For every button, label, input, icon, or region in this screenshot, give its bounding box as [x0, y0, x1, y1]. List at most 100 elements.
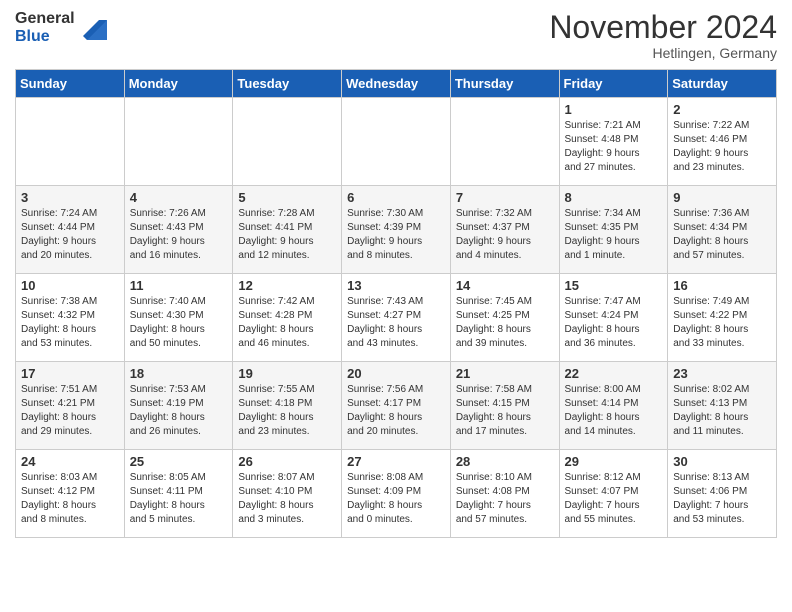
table-row: 16 Sunrise: 7:49 AM Sunset: 4:22 PM Dayli… [668, 274, 777, 362]
logo-general: General [15, 10, 75, 28]
day-number: 14 [456, 278, 554, 293]
table-row: 9Sunrise: 7:36 AM Sunset: 4:34 PM Daylig… [668, 186, 777, 274]
day-info: Sunrise: 7:45 AM Sunset: 4:25 PM Dayligh… [456, 295, 554, 351]
day-info: Sunrise: 7:42 AM Sunset: 4:28 PM Dayligh… [238, 295, 336, 351]
day-info: Sunrise: 8:10 AM Sunset: 4:08 PM Dayligh… [456, 471, 554, 527]
day-info: Sunrise: 7:58 AM Sunset: 4:15 PM Dayligh… [456, 383, 554, 439]
table-row: 7Sunrise: 7:32 AM Sunset: 4:37 PM Daylig… [450, 186, 559, 274]
month-title: November 2024 [549, 10, 777, 45]
calendar-week-row: 10Sunrise: 7:38 AM Sunset: 4:32 PM Dayli… [16, 274, 777, 362]
day-info: Sunrise: 7:49 AM Sunset: 4:22 PM Dayligh… [673, 295, 771, 351]
day-number: 7 [456, 190, 554, 205]
day-info: Sunrise: 7:26 AM Sunset: 4:43 PM Dayligh… [130, 207, 228, 263]
day-number: 11 [130, 278, 228, 293]
day-info: Sunrise: 8:12 AM Sunset: 4:07 PM Dayligh… [565, 471, 663, 527]
day-info: Sunrise: 7:55 AM Sunset: 4:18 PM Dayligh… [238, 383, 336, 439]
day-info: Sunrise: 8:00 AM Sunset: 4:14 PM Dayligh… [565, 383, 663, 439]
day-info: Sunrise: 7:56 AM Sunset: 4:17 PM Dayligh… [347, 383, 445, 439]
day-info: Sunrise: 7:43 AM Sunset: 4:27 PM Dayligh… [347, 295, 445, 351]
table-row: 3 Sunrise: 7:24 AM Sunset: 4:44 PM Daylig… [16, 186, 125, 274]
day-info: Sunrise: 7:21 AM Sunset: 4:48 PM Dayligh… [565, 119, 663, 175]
table-row: 4 Sunrise: 7:26 AM Sunset: 4:43 PM Daylig… [124, 186, 233, 274]
title-section: November 2024 Hetlingen, Germany [549, 10, 777, 61]
table-row: 24Sunrise: 8:03 AM Sunset: 4:12 PM Dayli… [16, 450, 125, 538]
table-row: 22Sunrise: 8:00 AM Sunset: 4:14 PM Dayli… [559, 362, 668, 450]
day-number: 23 [673, 366, 771, 381]
table-row: 17 Sunrise: 7:51 AM Sunset: 4:21 PM Dayli… [16, 362, 125, 450]
calendar-table: Sunday Monday Tuesday Wednesday Thursday… [15, 69, 777, 538]
day-number: 5 [238, 190, 336, 205]
table-row: 8Sunrise: 7:34 AM Sunset: 4:35 PM Daylig… [559, 186, 668, 274]
day-info: Sunrise: 7:47 AM Sunset: 4:24 PM Dayligh… [565, 295, 663, 351]
col-sunday: Sunday [16, 70, 125, 98]
day-info: Sunrise: 7:22 AM Sunset: 4:46 PM Dayligh… [673, 119, 771, 175]
day-number: 10 [21, 278, 119, 293]
day-number: 19 [238, 366, 336, 381]
day-info: Sunrise: 8:05 AM Sunset: 4:11 PM Dayligh… [130, 471, 228, 527]
table-row [16, 98, 125, 186]
day-number: 12 [238, 278, 336, 293]
table-row: 12 Sunrise: 7:42 AM Sunset: 4:28 PM Dayli… [233, 274, 342, 362]
day-number: 17 [21, 366, 119, 381]
col-friday: Friday [559, 70, 668, 98]
table-row: 14 Sunrise: 7:45 AM Sunset: 4:25 PM Dayli… [450, 274, 559, 362]
day-number: 16 [673, 278, 771, 293]
table-row: 1 Sunrise: 7:21 AM Sunset: 4:48 PM Daylig… [559, 98, 668, 186]
day-number: 21 [456, 366, 554, 381]
table-row: 19 Sunrise: 7:55 AM Sunset: 4:18 PM Dayli… [233, 362, 342, 450]
table-row: 6 Sunrise: 7:30 AM Sunset: 4:39 PM Daylig… [342, 186, 451, 274]
day-number: 1 [565, 102, 663, 117]
day-info: Sunrise: 7:36 AM Sunset: 4:34 PM Dayligh… [673, 207, 771, 263]
table-row [450, 98, 559, 186]
day-number: 18 [130, 366, 228, 381]
calendar-header-row: Sunday Monday Tuesday Wednesday Thursday… [16, 70, 777, 98]
calendar-week-row: 24Sunrise: 8:03 AM Sunset: 4:12 PM Dayli… [16, 450, 777, 538]
table-row: 18 Sunrise: 7:53 AM Sunset: 4:19 PM Dayli… [124, 362, 233, 450]
day-info: Sunrise: 8:02 AM Sunset: 4:13 PM Dayligh… [673, 383, 771, 439]
col-monday: Monday [124, 70, 233, 98]
logo-blue: Blue [15, 28, 75, 46]
table-row: 15 Sunrise: 7:47 AM Sunset: 4:24 PM Dayli… [559, 274, 668, 362]
day-number: 29 [565, 454, 663, 469]
day-info: Sunrise: 7:24 AM Sunset: 4:44 PM Dayligh… [21, 207, 119, 263]
day-number: 15 [565, 278, 663, 293]
calendar-week-row: 3 Sunrise: 7:24 AM Sunset: 4:44 PM Daylig… [16, 186, 777, 274]
col-wednesday: Wednesday [342, 70, 451, 98]
page: General Blue November 2024 Hetlingen, Ge… [0, 0, 792, 612]
col-saturday: Saturday [668, 70, 777, 98]
day-number: 30 [673, 454, 771, 469]
table-row [342, 98, 451, 186]
header: General Blue November 2024 Hetlingen, Ge… [15, 10, 777, 61]
calendar-week-row: 1 Sunrise: 7:21 AM Sunset: 4:48 PM Daylig… [16, 98, 777, 186]
logo-text: General Blue [15, 10, 75, 45]
table-row: 25Sunrise: 8:05 AM Sunset: 4:11 PM Dayli… [124, 450, 233, 538]
day-info: Sunrise: 8:13 AM Sunset: 4:06 PM Dayligh… [673, 471, 771, 527]
day-info: Sunrise: 7:34 AM Sunset: 4:35 PM Dayligh… [565, 207, 663, 263]
day-number: 26 [238, 454, 336, 469]
table-row: 13Sunrise: 7:43 AM Sunset: 4:27 PM Dayli… [342, 274, 451, 362]
day-info: Sunrise: 7:53 AM Sunset: 4:19 PM Dayligh… [130, 383, 228, 439]
day-info: Sunrise: 7:28 AM Sunset: 4:41 PM Dayligh… [238, 207, 336, 263]
day-number: 6 [347, 190, 445, 205]
col-thursday: Thursday [450, 70, 559, 98]
day-info: Sunrise: 7:51 AM Sunset: 4:21 PM Dayligh… [21, 383, 119, 439]
day-number: 28 [456, 454, 554, 469]
table-row [233, 98, 342, 186]
table-row: 11 Sunrise: 7:40 AM Sunset: 4:30 PM Dayli… [124, 274, 233, 362]
day-info: Sunrise: 7:30 AM Sunset: 4:39 PM Dayligh… [347, 207, 445, 263]
day-info: Sunrise: 7:40 AM Sunset: 4:30 PM Dayligh… [130, 295, 228, 351]
table-row: 10Sunrise: 7:38 AM Sunset: 4:32 PM Dayli… [16, 274, 125, 362]
table-row: 28 Sunrise: 8:10 AM Sunset: 4:08 PM Dayli… [450, 450, 559, 538]
day-info: Sunrise: 8:03 AM Sunset: 4:12 PM Dayligh… [21, 471, 119, 527]
calendar-week-row: 17 Sunrise: 7:51 AM Sunset: 4:21 PM Dayli… [16, 362, 777, 450]
day-info: Sunrise: 8:08 AM Sunset: 4:09 PM Dayligh… [347, 471, 445, 527]
table-row: 20Sunrise: 7:56 AM Sunset: 4:17 PM Dayli… [342, 362, 451, 450]
day-number: 3 [21, 190, 119, 205]
col-tuesday: Tuesday [233, 70, 342, 98]
table-row [124, 98, 233, 186]
table-row: 27Sunrise: 8:08 AM Sunset: 4:09 PM Dayli… [342, 450, 451, 538]
table-row: 26Sunrise: 8:07 AM Sunset: 4:10 PM Dayli… [233, 450, 342, 538]
day-number: 4 [130, 190, 228, 205]
table-row: 21 Sunrise: 7:58 AM Sunset: 4:15 PM Dayli… [450, 362, 559, 450]
table-row: 29 Sunrise: 8:12 AM Sunset: 4:07 PM Dayli… [559, 450, 668, 538]
